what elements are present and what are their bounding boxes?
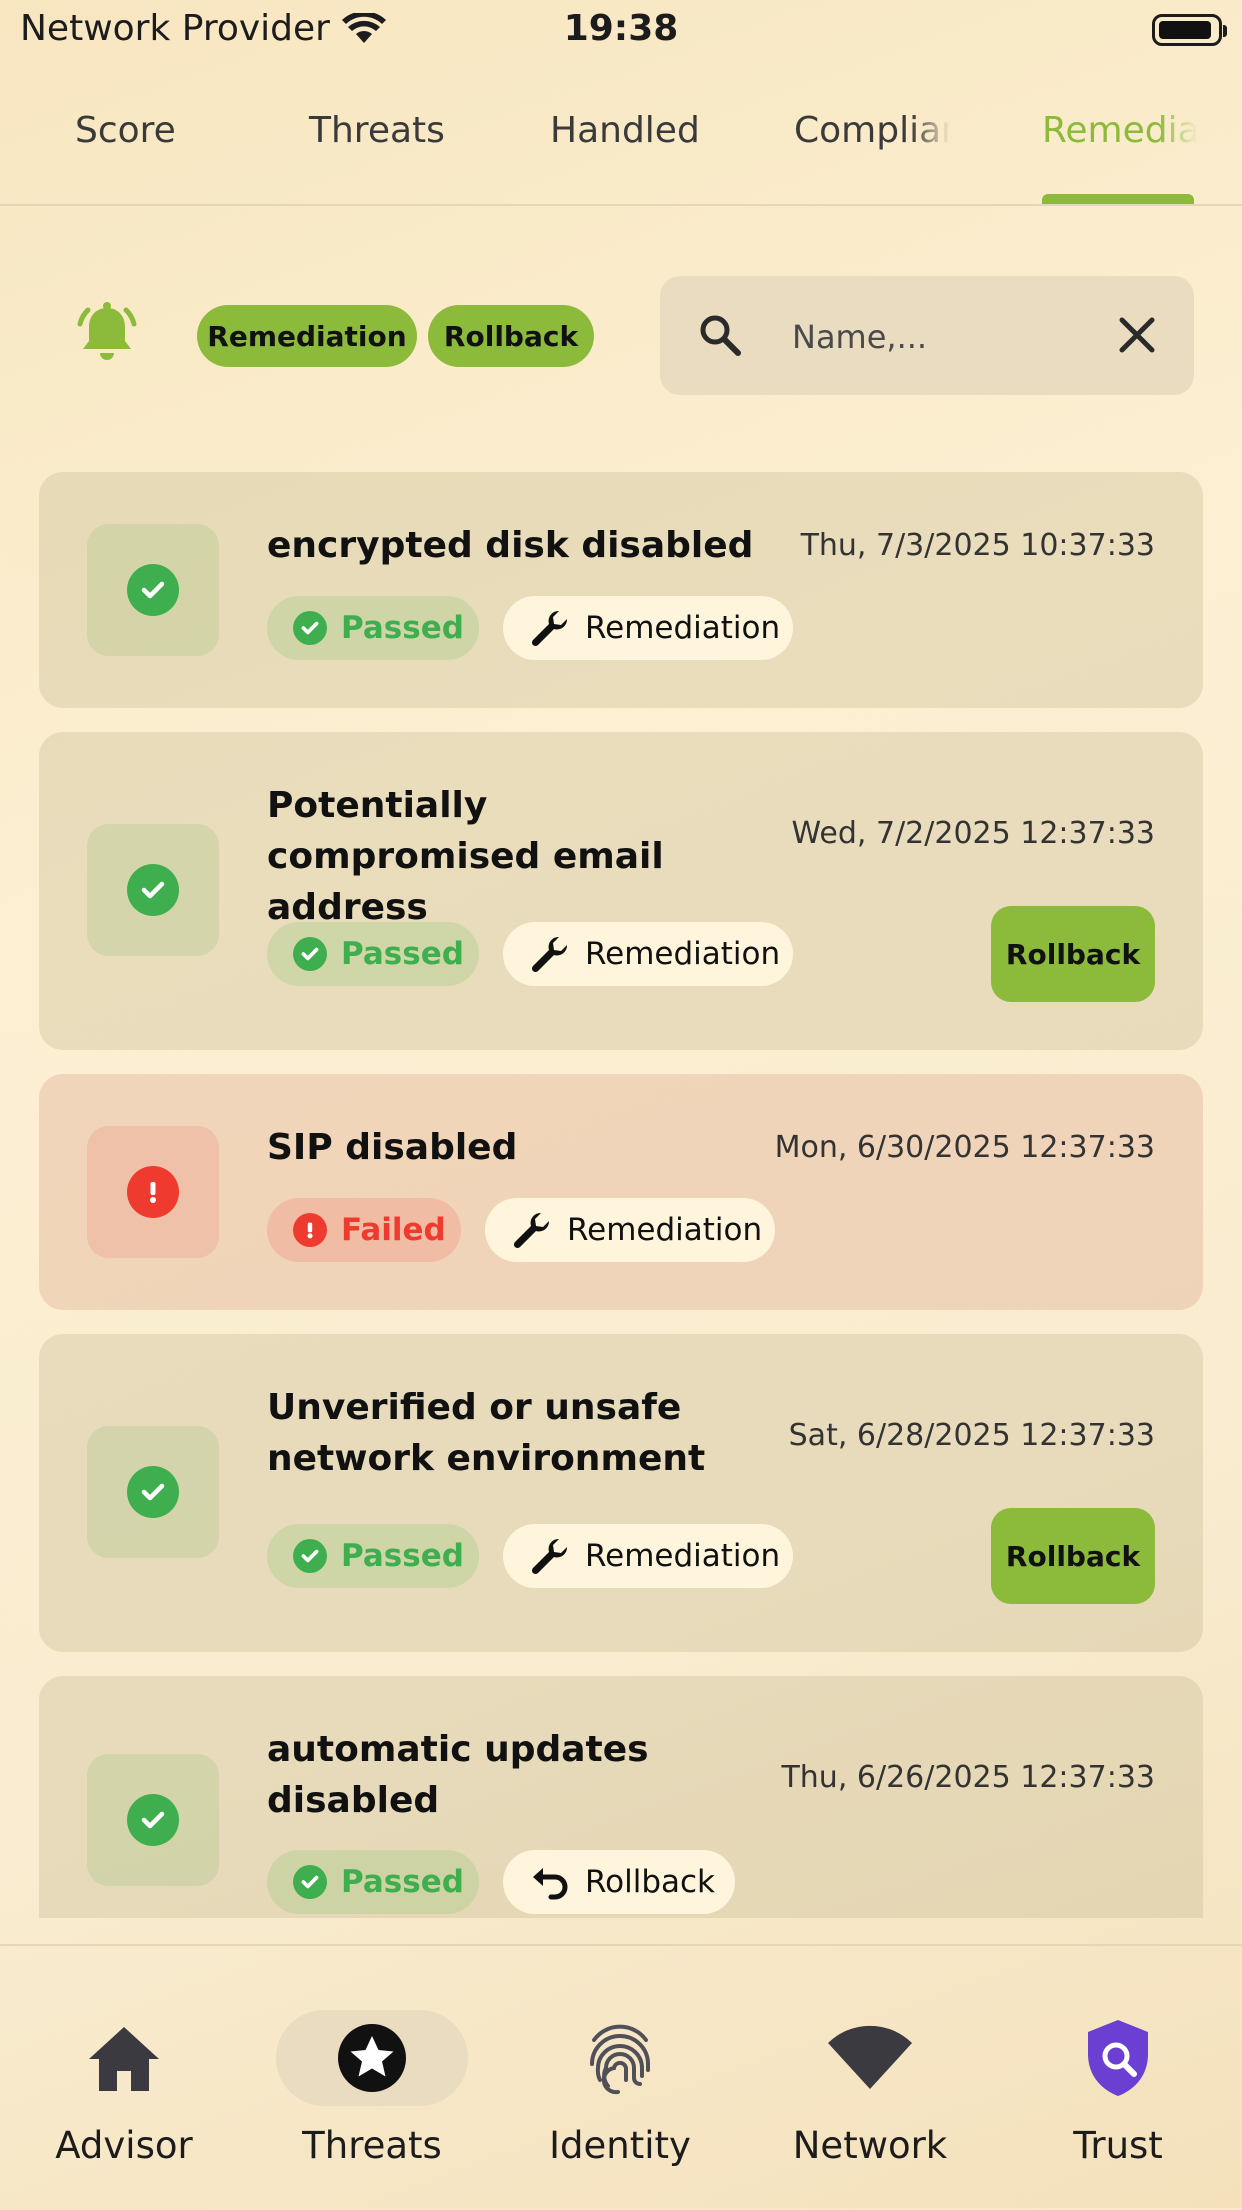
action-label: Remediation: [567, 1212, 763, 1248]
status-label: Passed: [341, 1864, 464, 1900]
status-label: Passed: [341, 610, 464, 646]
nav-network[interactable]: Network: [770, 2010, 970, 2167]
status-box: [87, 1426, 219, 1558]
search-input[interactable]: [790, 308, 1044, 366]
status-bar: Network Provider 19:38: [0, 0, 1242, 64]
check-circle-icon: [127, 1794, 179, 1846]
status-badge: Passed: [267, 1524, 479, 1588]
nav-label: Threats: [302, 2124, 442, 2167]
item-title: automatic updates disabled: [267, 1729, 649, 1821]
rollback-button[interactable]: Rollback: [991, 906, 1155, 1002]
item-date: Thu, 6/26/2025 12:37:33: [781, 1760, 1155, 1795]
status-label: Passed: [341, 1538, 464, 1574]
item-date: Thu, 7/3/2025 10:37:33: [800, 528, 1155, 563]
bottom-nav: Advisor Threats Identity Network Trust: [0, 1944, 1242, 2210]
status-box: [87, 1126, 219, 1258]
bell-icon[interactable]: [72, 300, 142, 370]
action-pill: Remediation: [485, 1198, 775, 1262]
search-box: [660, 276, 1194, 395]
item-title: SIP disabled: [267, 1127, 518, 1168]
check-circle-icon: [293, 1539, 327, 1573]
tab-threats[interactable]: Threats: [309, 110, 445, 151]
battery-icon: [1152, 14, 1227, 46]
status-badge: Failed: [267, 1198, 461, 1262]
rollback-button[interactable]: Rollback: [991, 1508, 1155, 1604]
status-label: Passed: [341, 936, 464, 972]
fingerprint-icon: [590, 2024, 650, 2095]
clear-search-icon[interactable]: [1116, 314, 1158, 356]
tab-compliance[interactable]: Compliance: [794, 110, 950, 151]
check-circle-icon: [293, 937, 327, 971]
nav-trust[interactable]: Trust: [1018, 2010, 1218, 2167]
nav-label: Trust: [1073, 2124, 1163, 2167]
item-title: encrypted disk disabled: [267, 525, 754, 566]
nav-threats[interactable]: Threats: [272, 2010, 472, 2167]
list-item[interactable]: Unverified or unsafe network environment…: [39, 1334, 1203, 1652]
wifi-icon: [828, 2025, 912, 2089]
wrench-icon: [513, 1212, 550, 1249]
list-item[interactable]: Potentially compromised email address We…: [39, 732, 1203, 1050]
action-pill: Remediation: [503, 1524, 793, 1588]
action-label: Remediation: [585, 1538, 781, 1574]
list-item[interactable]: encrypted disk disabled Thu, 7/3/2025 10…: [39, 472, 1203, 708]
check-circle-icon: [293, 1865, 327, 1899]
status-box: [87, 524, 219, 656]
tab-bar: Score Threats Handled Compliance Remedia…: [0, 96, 1242, 206]
status-badge: Passed: [267, 596, 479, 660]
status-box: [87, 824, 219, 956]
clock: 19:38: [563, 8, 679, 49]
check-circle-icon: [127, 864, 179, 916]
status-badge: Passed: [267, 1850, 479, 1914]
filter-chip-rollback[interactable]: Rollback: [428, 305, 594, 367]
action-pill: Remediation: [503, 922, 793, 986]
filter-chip-remediation[interactable]: Remediation: [197, 305, 417, 367]
home-icon: [89, 2027, 159, 2091]
check-circle-icon: [293, 611, 327, 645]
item-title: Unverified or unsafe network environment: [267, 1387, 706, 1479]
nav-label: Advisor: [55, 2124, 193, 2167]
nav-advisor[interactable]: Advisor: [24, 2010, 224, 2167]
search-icon: [700, 315, 741, 356]
nav-identity[interactable]: Identity: [520, 2010, 720, 2167]
action-pill: Rollback: [503, 1850, 735, 1914]
list-item[interactable]: SIP disabled Mon, 6/30/2025 12:37:33 Fai…: [39, 1074, 1203, 1310]
status-label: Failed: [341, 1212, 446, 1248]
tab-score[interactable]: Score: [75, 110, 176, 151]
nav-label: Network: [792, 2124, 948, 2167]
error-circle-icon: [127, 1166, 179, 1218]
wrench-icon: [531, 936, 568, 973]
item-date: Sat, 6/28/2025 12:37:33: [788, 1418, 1155, 1453]
wrench-icon: [531, 610, 568, 647]
action-label: Remediation: [585, 610, 781, 646]
action-pill: Remediation: [503, 596, 793, 660]
undo-icon: [533, 1868, 568, 1900]
wrench-icon: [531, 1538, 568, 1575]
tab-remediation[interactable]: Remediation: [1042, 110, 1198, 151]
check-circle-icon: [127, 1466, 179, 1518]
list-item[interactable]: automatic updates disabled Thu, 6/26/202…: [39, 1676, 1203, 1918]
error-circle-icon: [293, 1213, 327, 1247]
action-label: Rollback: [585, 1864, 716, 1900]
check-circle-icon: [127, 564, 179, 616]
item-title: Potentially compromised email address: [267, 785, 664, 928]
nav-label: Identity: [549, 2124, 691, 2167]
status-box: [87, 1754, 219, 1886]
star-badge-icon: [338, 2024, 406, 2092]
action-label: Remediation: [585, 936, 781, 972]
status-badge: Passed: [267, 922, 479, 986]
item-date: Wed, 7/2/2025 12:37:33: [791, 816, 1156, 851]
tab-handled[interactable]: Handled: [550, 110, 700, 151]
active-tab-indicator: [1042, 194, 1194, 204]
shield-search-icon: [1088, 2020, 1148, 2096]
remediation-list: encrypted disk disabled Thu, 7/3/2025 10…: [0, 470, 1242, 1918]
item-date: Mon, 6/30/2025 12:37:33: [774, 1130, 1155, 1165]
